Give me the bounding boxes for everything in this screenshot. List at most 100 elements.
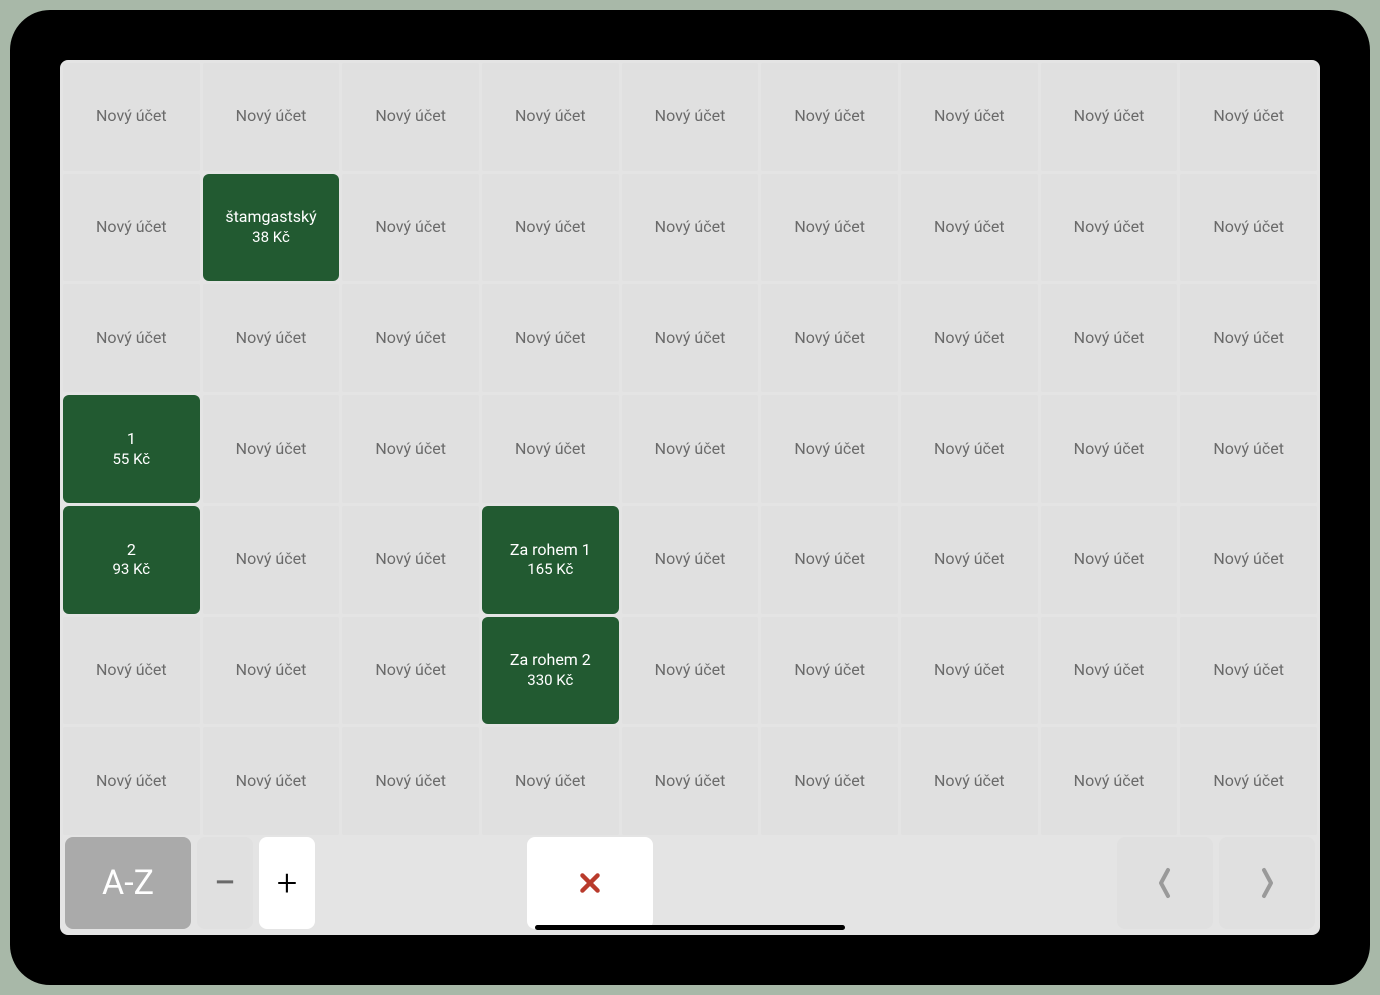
account-amount: 93 Kč <box>113 560 151 580</box>
new-account-tile[interactable]: Nový účet <box>203 727 340 835</box>
new-account-tile[interactable]: Nový účet <box>1041 617 1178 725</box>
new-account-tile[interactable]: Nový účet <box>1180 506 1317 614</box>
new-account-label: Nový účet <box>794 217 865 238</box>
new-account-label: Nový účet <box>236 549 307 570</box>
remove-button[interactable]: − <box>197 837 253 929</box>
open-account-tile[interactable]: Za rohem 1165 Kč <box>482 506 619 614</box>
new-account-tile[interactable]: Nový účet <box>622 63 759 171</box>
new-account-label: Nový účet <box>96 106 167 127</box>
new-account-tile[interactable]: Nový účet <box>1180 727 1317 835</box>
new-account-tile[interactable]: Nový účet <box>761 727 898 835</box>
new-account-tile[interactable]: Nový účet <box>1180 395 1317 503</box>
new-account-tile[interactable]: Nový účet <box>63 727 200 835</box>
chevron-right-icon <box>1258 866 1276 900</box>
new-account-label: Nový účet <box>1213 217 1284 238</box>
new-account-tile[interactable]: Nový účet <box>622 727 759 835</box>
new-account-tile[interactable]: Nový účet <box>342 174 479 282</box>
new-account-tile[interactable]: Nový účet <box>342 395 479 503</box>
new-account-label: Nový účet <box>655 660 726 681</box>
new-account-label: Nový účet <box>515 328 586 349</box>
new-account-tile[interactable]: Nový účet <box>342 617 479 725</box>
new-account-tile[interactable]: Nový účet <box>1041 63 1178 171</box>
new-account-tile[interactable]: Nový účet <box>761 63 898 171</box>
add-button[interactable]: + <box>259 837 315 929</box>
next-page-button[interactable] <box>1219 837 1315 929</box>
new-account-tile[interactable]: Nový účet <box>63 617 200 725</box>
new-account-tile[interactable]: Nový účet <box>1041 174 1178 282</box>
new-account-label: Nový účet <box>934 549 1005 570</box>
new-account-tile[interactable]: Nový účet <box>63 63 200 171</box>
new-account-label: Nový účet <box>794 106 865 127</box>
new-account-label: Nový účet <box>236 771 307 792</box>
new-account-label: Nový účet <box>96 217 167 238</box>
new-account-tile[interactable]: Nový účet <box>901 284 1038 392</box>
new-account-label: Nový účet <box>515 771 586 792</box>
new-account-tile[interactable]: Nový účet <box>203 395 340 503</box>
open-account-tile[interactable]: Za rohem 2330 Kč <box>482 617 619 725</box>
new-account-tile[interactable]: Nový účet <box>622 617 759 725</box>
new-account-tile[interactable]: Nový účet <box>482 284 619 392</box>
new-account-tile[interactable]: Nový účet <box>482 63 619 171</box>
new-account-label: Nový účet <box>1213 106 1284 127</box>
new-account-tile[interactable]: Nový účet <box>901 617 1038 725</box>
sort-button[interactable]: A-Z <box>65 837 191 929</box>
new-account-tile[interactable]: Nový účet <box>1041 395 1178 503</box>
tablet-frame: Nový účetNový účetNový účetNový účetNový… <box>10 10 1370 985</box>
new-account-tile[interactable]: Nový účet <box>63 284 200 392</box>
new-account-tile[interactable]: Nový účet <box>342 727 479 835</box>
open-account-tile[interactable]: 155 Kč <box>63 395 200 503</box>
new-account-label: Nový účet <box>236 439 307 460</box>
new-account-label: Nový účet <box>375 660 446 681</box>
new-account-label: Nový účet <box>1213 771 1284 792</box>
new-account-tile[interactable]: Nový účet <box>761 617 898 725</box>
new-account-tile[interactable]: Nový účet <box>622 284 759 392</box>
new-account-tile[interactable]: Nový účet <box>482 174 619 282</box>
new-account-label: Nový účet <box>934 106 1005 127</box>
new-account-tile[interactable]: Nový účet <box>761 395 898 503</box>
account-amount: 55 Kč <box>113 450 151 470</box>
open-account-tile[interactable]: štamgastský38 Kč <box>203 174 340 282</box>
new-account-tile[interactable]: Nový účet <box>203 284 340 392</box>
new-account-tile[interactable]: Nový účet <box>901 174 1038 282</box>
new-account-label: Nový účet <box>794 439 865 460</box>
close-button[interactable] <box>527 837 653 929</box>
new-account-tile[interactable]: Nový účet <box>203 506 340 614</box>
new-account-tile[interactable]: Nový účet <box>901 506 1038 614</box>
new-account-tile[interactable]: Nový účet <box>761 506 898 614</box>
account-name: Za rohem 2 <box>510 650 591 671</box>
new-account-label: Nový účet <box>1074 660 1145 681</box>
new-account-label: Nový účet <box>934 660 1005 681</box>
new-account-label: Nový účet <box>375 106 446 127</box>
new-account-tile[interactable]: Nový účet <box>482 395 619 503</box>
new-account-tile[interactable]: Nový účet <box>901 395 1038 503</box>
new-account-tile[interactable]: Nový účet <box>901 727 1038 835</box>
account-amount: 165 Kč <box>527 560 573 580</box>
new-account-tile[interactable]: Nový účet <box>1041 284 1178 392</box>
new-account-tile[interactable]: Nový účet <box>63 174 200 282</box>
new-account-tile[interactable]: Nový účet <box>342 63 479 171</box>
new-account-label: Nový účet <box>1213 328 1284 349</box>
prev-page-button[interactable] <box>1117 837 1213 929</box>
new-account-tile[interactable]: Nový účet <box>1041 727 1178 835</box>
new-account-tile[interactable]: Nový účet <box>761 284 898 392</box>
new-account-tile[interactable]: Nový účet <box>1041 506 1178 614</box>
new-account-tile[interactable]: Nový účet <box>342 284 479 392</box>
new-account-tile[interactable]: Nový účet <box>622 506 759 614</box>
new-account-tile[interactable]: Nový účet <box>622 174 759 282</box>
new-account-tile[interactable]: Nový účet <box>203 63 340 171</box>
new-account-tile[interactable]: Nový účet <box>203 617 340 725</box>
new-account-tile[interactable]: Nový účet <box>342 506 479 614</box>
new-account-label: Nový účet <box>236 328 307 349</box>
new-account-tile[interactable]: Nový účet <box>482 727 619 835</box>
new-account-tile[interactable]: Nový účet <box>901 63 1038 171</box>
new-account-tile[interactable]: Nový účet <box>1180 63 1317 171</box>
new-account-tile[interactable]: Nový účet <box>1180 284 1317 392</box>
new-account-tile[interactable]: Nový účet <box>761 174 898 282</box>
new-account-tile[interactable]: Nový účet <box>1180 617 1317 725</box>
new-account-tile[interactable]: Nový účet <box>622 395 759 503</box>
new-account-label: Nový účet <box>375 217 446 238</box>
new-account-tile[interactable]: Nový účet <box>1180 174 1317 282</box>
open-account-tile[interactable]: 293 Kč <box>63 506 200 614</box>
new-account-label: Nový účet <box>934 771 1005 792</box>
account-name: štamgastský <box>225 207 316 228</box>
